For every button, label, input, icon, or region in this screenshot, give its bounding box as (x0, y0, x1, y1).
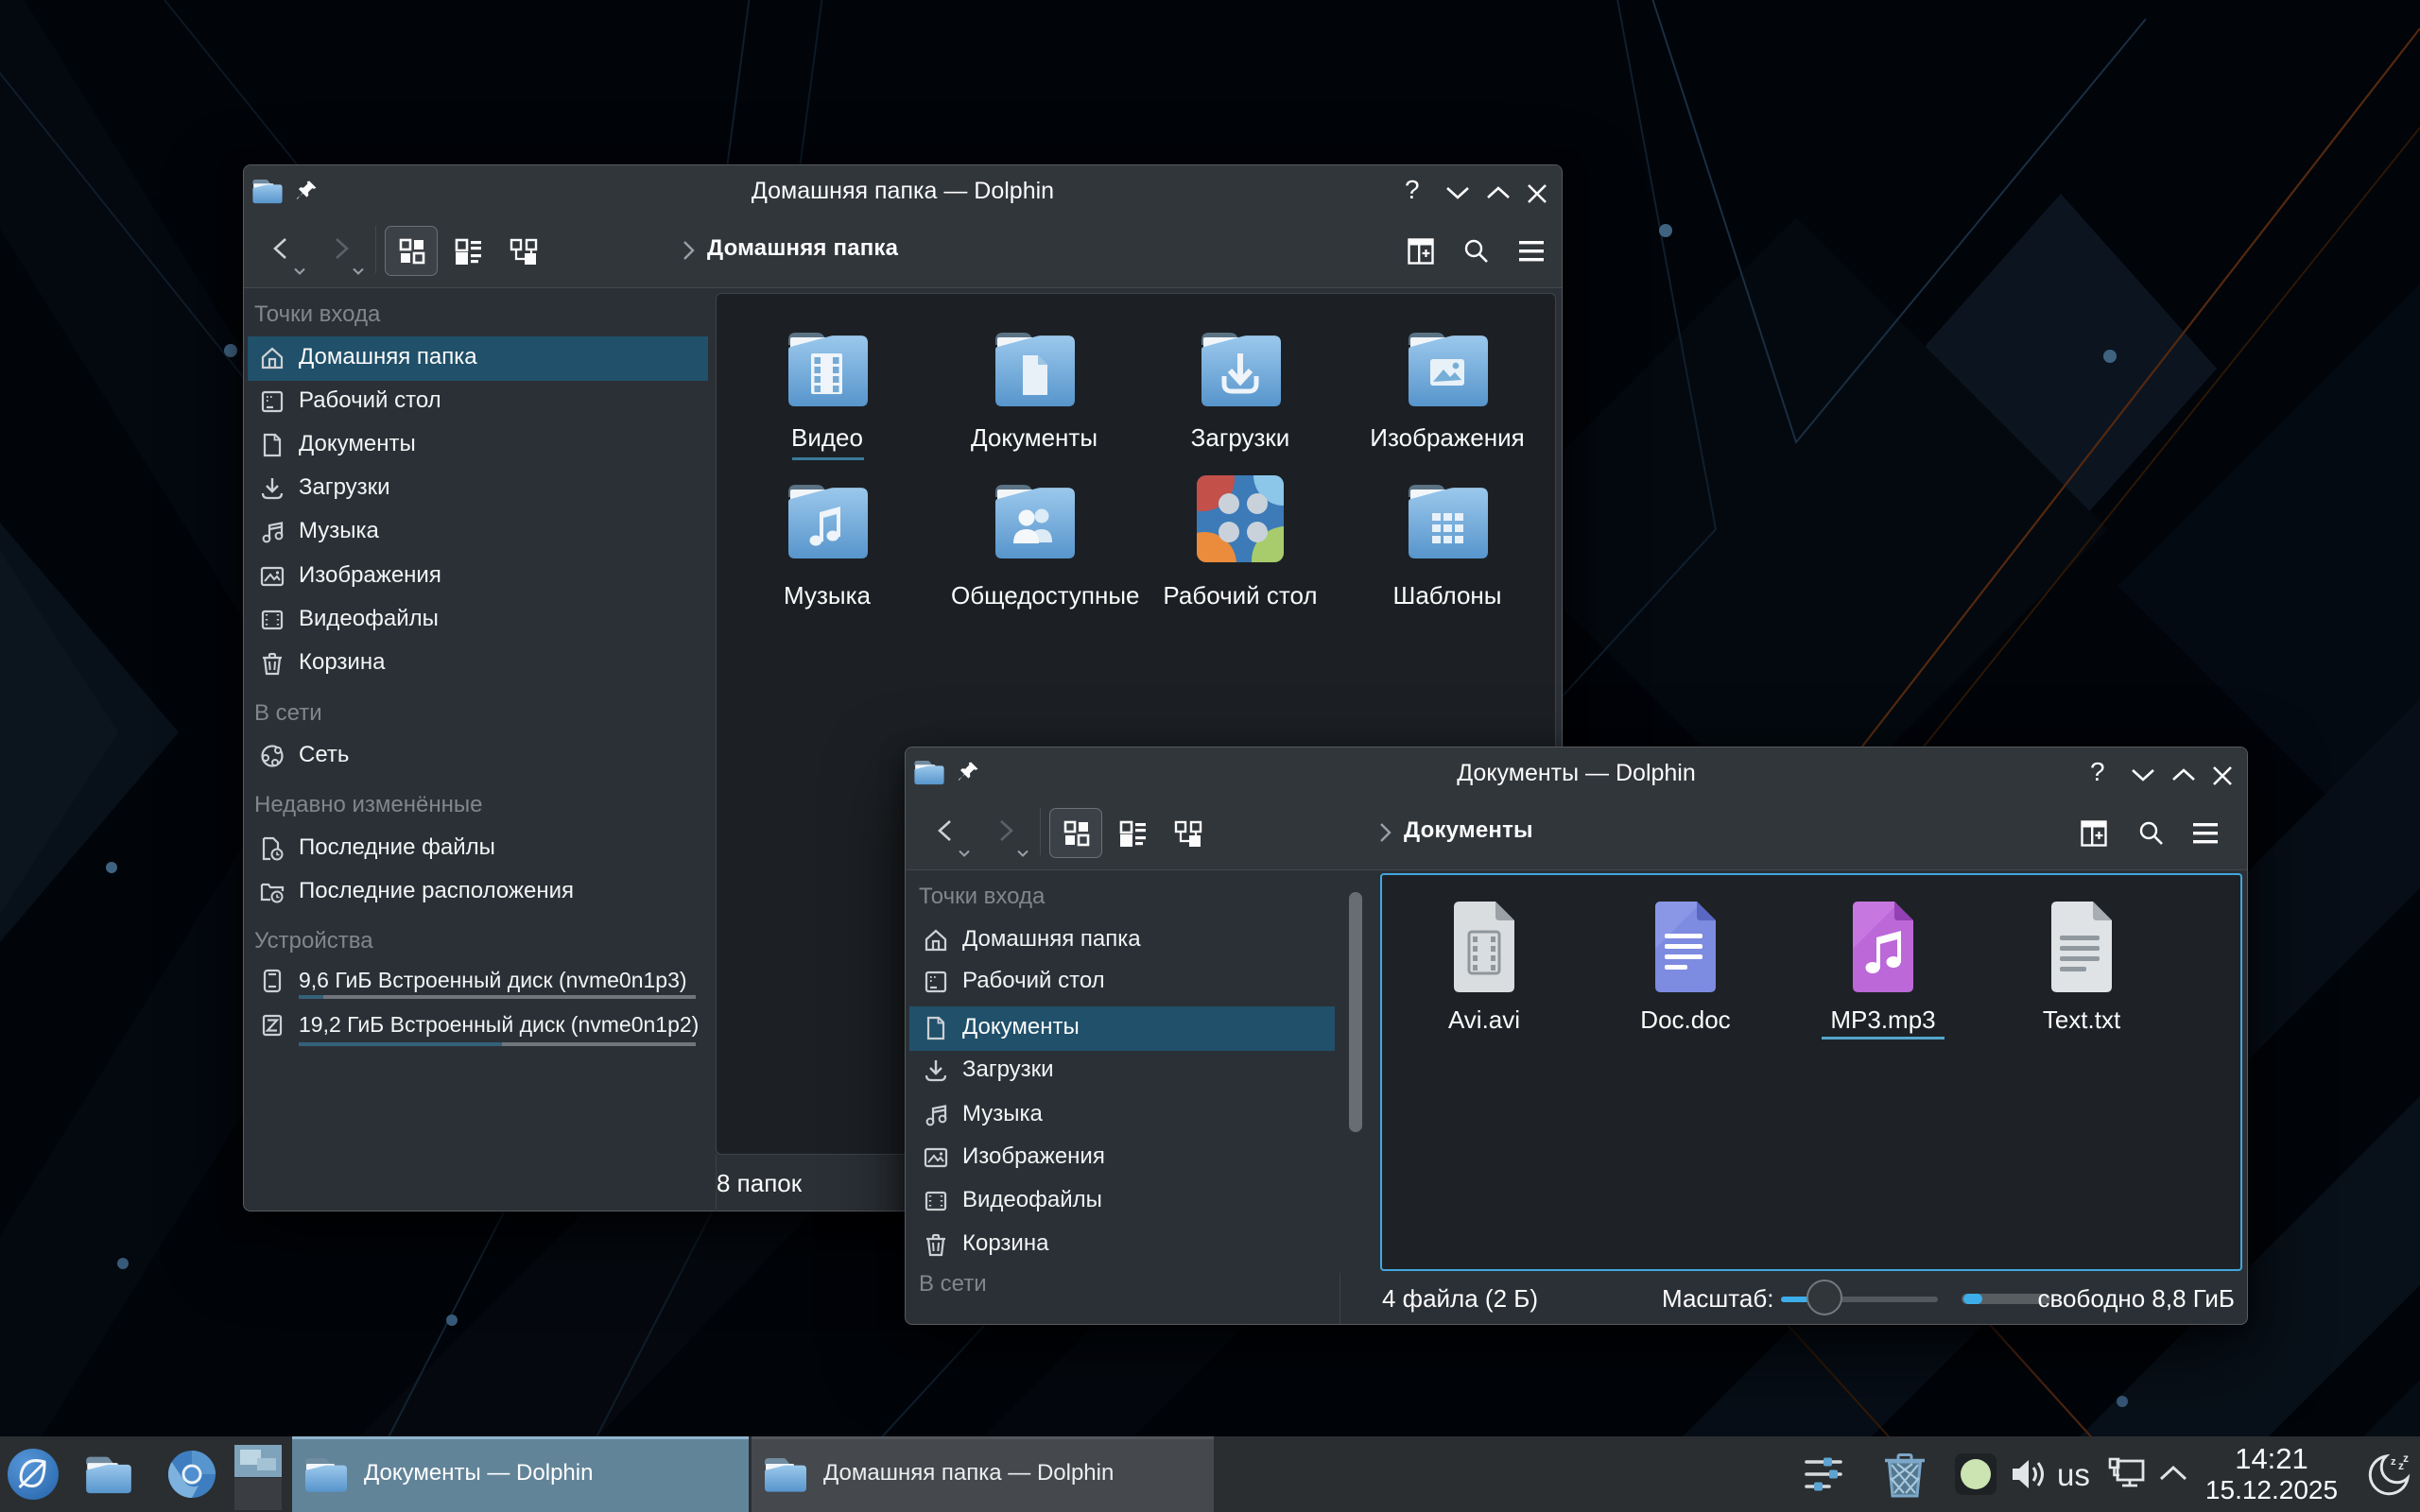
svg-text:z: z (2391, 1456, 2396, 1468)
svg-text:z: z (2403, 1452, 2409, 1465)
